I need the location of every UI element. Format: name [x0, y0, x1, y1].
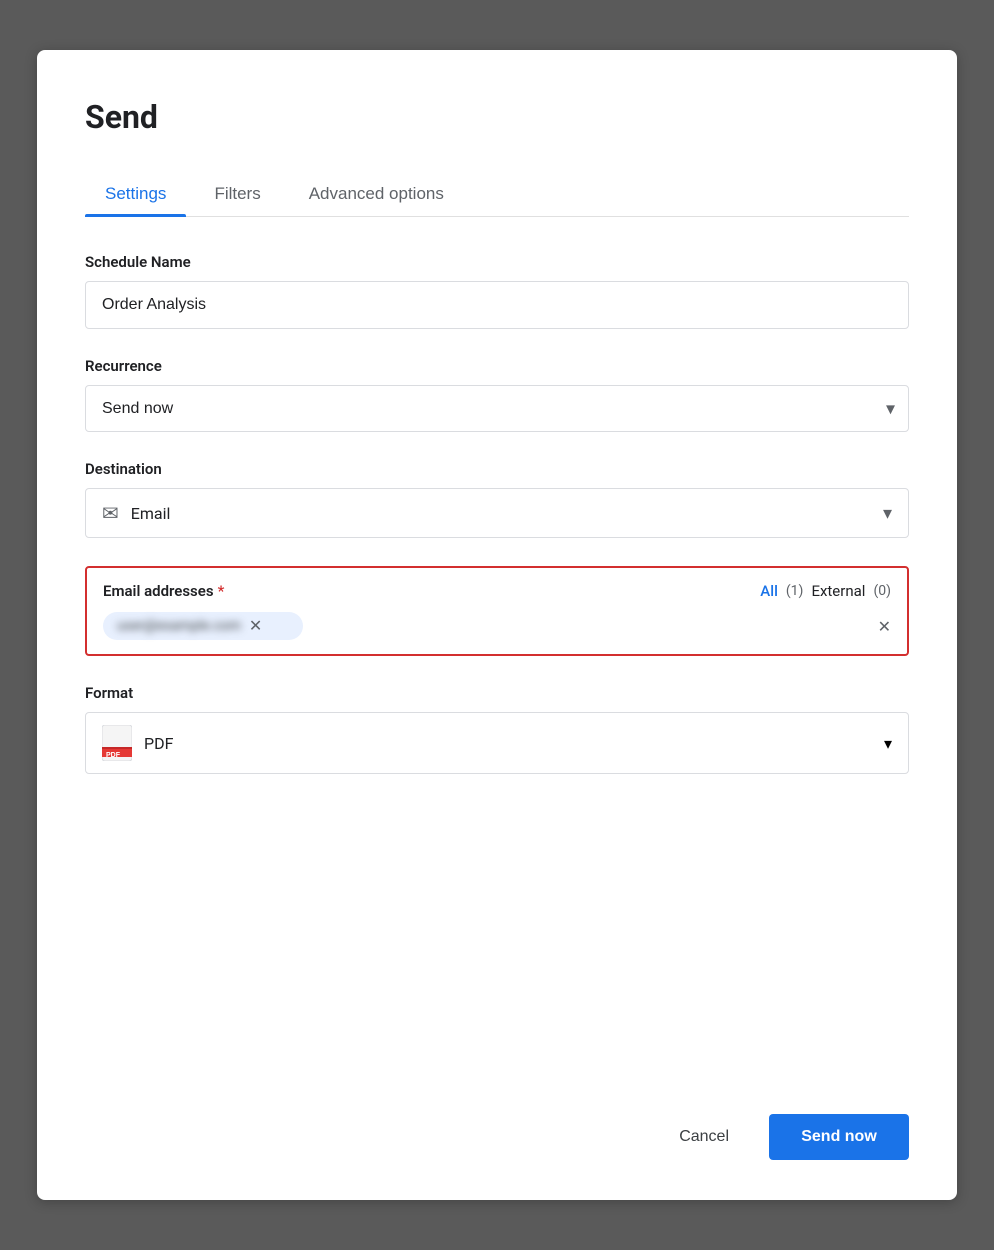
email-chip-close-icon[interactable]: ✕: [249, 618, 262, 634]
email-addresses-label: Email addresses *: [103, 582, 224, 600]
email-input-clear-icon[interactable]: ✕: [878, 617, 891, 636]
format-select[interactable]: PDF PDF ▾: [85, 712, 909, 774]
recurrence-select-wrapper: Send now ▾: [85, 385, 909, 432]
email-filters: All (1) External (0): [760, 582, 891, 600]
dialog-title: Send: [85, 98, 909, 136]
destination-label: Destination: [85, 460, 909, 478]
recurrence-label: Recurrence: [85, 357, 909, 375]
destination-group: Destination ✉ Email ▾: [85, 460, 909, 538]
format-value: PDF: [144, 734, 884, 753]
email-addresses-header: Email addresses * All (1) External (0): [103, 582, 891, 600]
send-dialog: Send Settings Filters Advanced options S…: [37, 50, 957, 1200]
email-chips-row: user@example.com ✕ ✕: [103, 612, 891, 654]
email-chip: user@example.com ✕: [103, 612, 303, 640]
tab-settings[interactable]: Settings: [85, 172, 186, 216]
destination-select[interactable]: ✉ Email ▾: [85, 488, 909, 538]
recurrence-select[interactable]: Send now: [85, 385, 909, 432]
email-addresses-section: Email addresses * All (1) External (0) u…: [85, 566, 909, 656]
format-label: Format: [85, 684, 909, 702]
pdf-file-icon: PDF: [102, 725, 132, 761]
send-now-button[interactable]: Send now: [769, 1114, 909, 1160]
recurrence-group: Recurrence Send now ▾: [85, 357, 909, 432]
svg-text:PDF: PDF: [106, 752, 121, 759]
dialog-footer: Cancel Send now: [85, 1094, 909, 1160]
email-chip-text: user@example.com: [117, 618, 241, 634]
tab-advanced-options[interactable]: Advanced options: [289, 172, 464, 216]
filter-all-count: (1): [786, 583, 804, 599]
filter-all-button[interactable]: All: [760, 582, 778, 600]
filter-external-button[interactable]: External: [811, 582, 865, 600]
format-group: Format PDF PDF ▾: [85, 684, 909, 774]
filter-external-count: (0): [873, 583, 891, 599]
schedule-name-label: Schedule Name: [85, 253, 909, 271]
cancel-button[interactable]: Cancel: [655, 1116, 753, 1158]
tab-bar: Settings Filters Advanced options: [85, 172, 909, 217]
destination-chevron-icon: ▾: [883, 503, 892, 524]
schedule-name-group: Schedule Name: [85, 253, 909, 329]
format-chevron-icon: ▾: [884, 734, 892, 753]
email-icon: ✉: [102, 501, 119, 525]
destination-value: Email: [131, 504, 883, 523]
pdf-icon: PDF: [102, 725, 132, 761]
schedule-name-input[interactable]: [85, 281, 909, 329]
tab-filters[interactable]: Filters: [194, 172, 280, 216]
required-star: *: [218, 582, 225, 600]
